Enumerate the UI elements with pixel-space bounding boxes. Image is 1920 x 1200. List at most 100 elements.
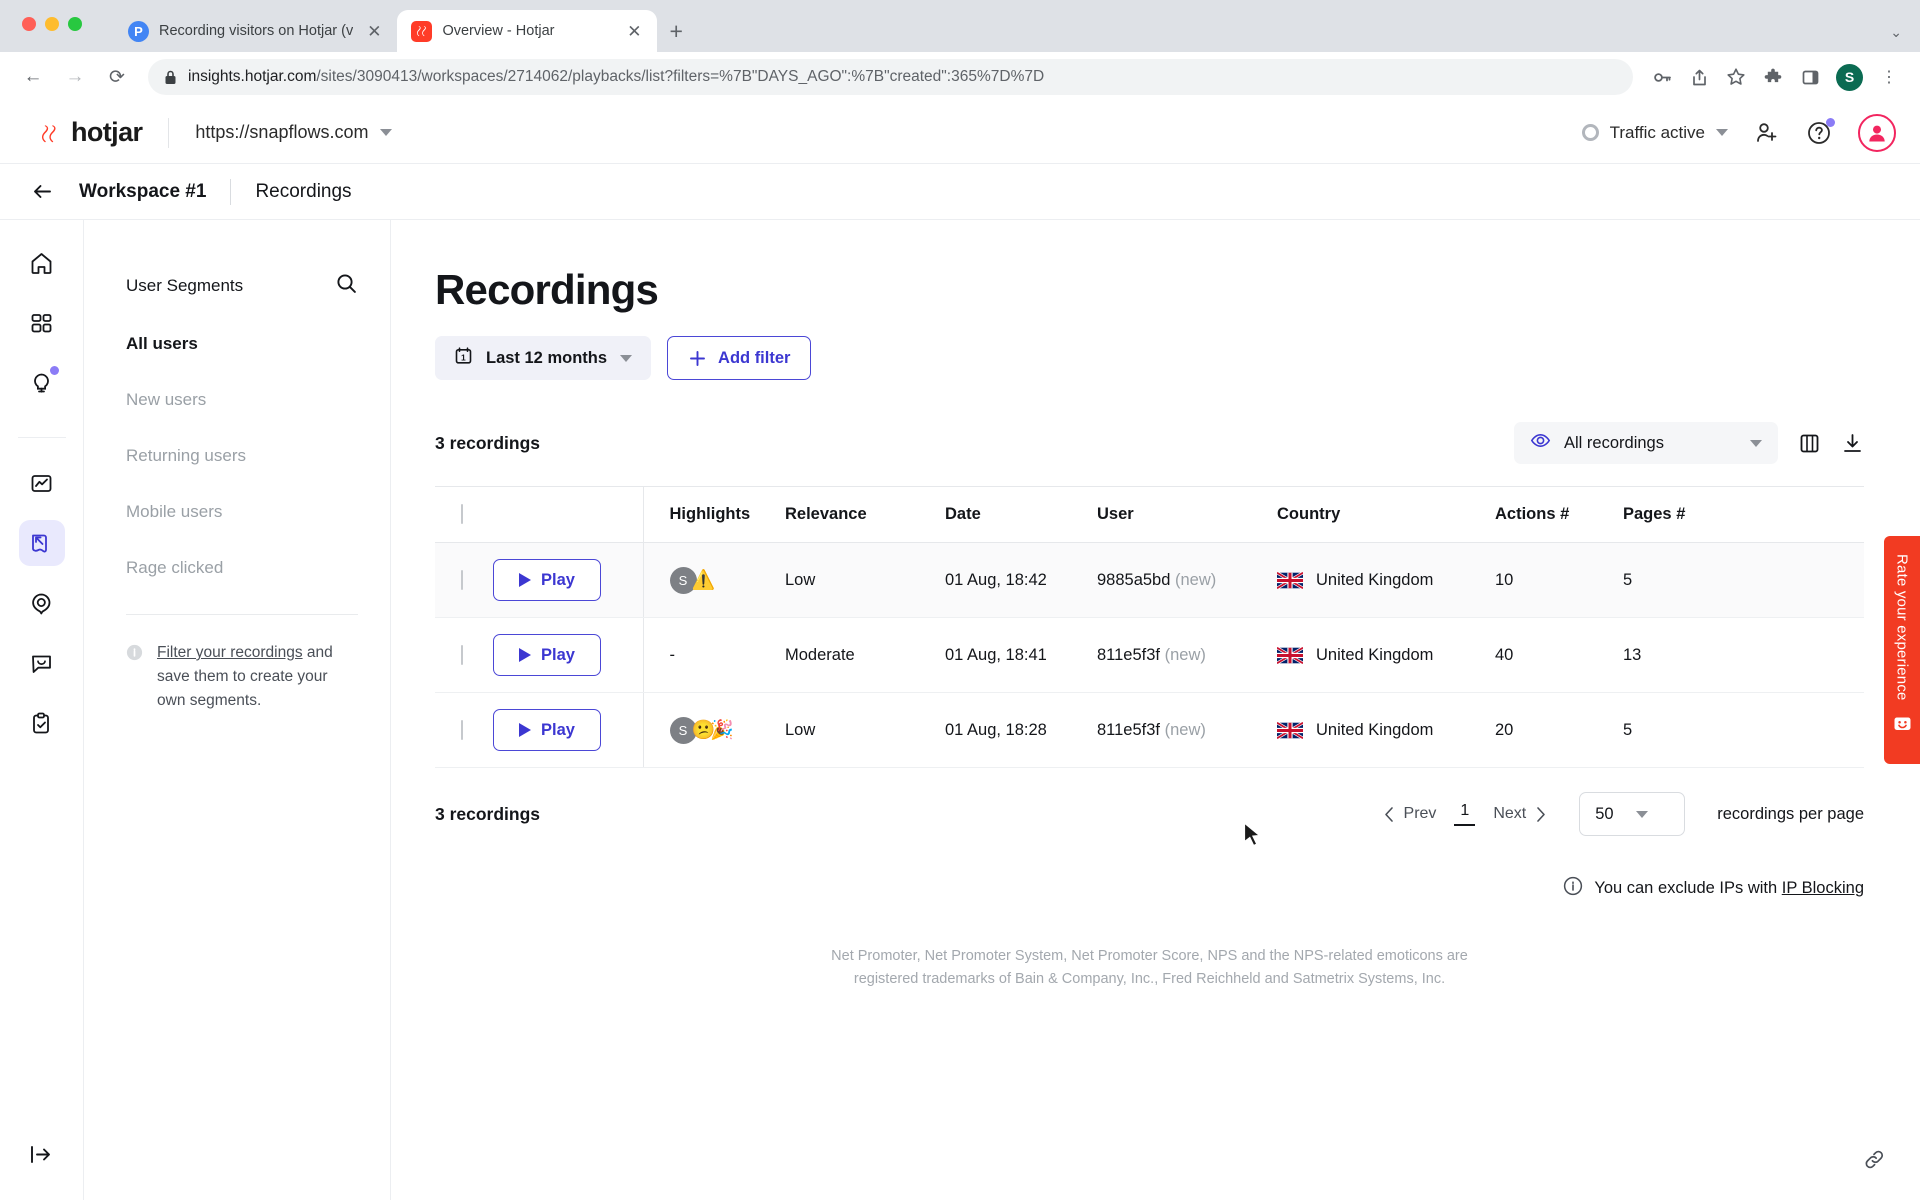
sidebar-item-dashboards[interactable]: [19, 300, 65, 346]
row-select-cell: [435, 542, 493, 618]
sidebar-item-rage-clicked[interactable]: Rage clicked: [126, 558, 358, 578]
chevron-down-icon: [620, 354, 633, 362]
search-icon[interactable]: [335, 272, 358, 300]
play-button[interactable]: Play: [493, 709, 601, 751]
browser-tab-1[interactable]: P Recording visitors on Hotjar (v ✕: [114, 10, 398, 52]
url-path: /sites/3090413/workspaces/2714062/playba…: [316, 68, 1045, 85]
date-range-filter[interactable]: 1 Last 12 months: [435, 336, 652, 380]
sidebar-item-surveys[interactable]: [19, 700, 65, 746]
expand-panel-icon[interactable]: [29, 1142, 54, 1172]
header-date[interactable]: Date: [945, 486, 1097, 543]
url-domain: insights.hotjar.com: [188, 68, 317, 85]
row-play-cell: Play: [493, 617, 644, 693]
user-tag: (new): [1164, 720, 1206, 739]
sidebar-item-highlights[interactable]: [19, 360, 65, 406]
eye-icon: [1530, 430, 1551, 456]
add-filter-button[interactable]: Add filter: [667, 336, 812, 380]
window-close-button[interactable]: [22, 17, 36, 31]
table-body: Play S ⚠️ Low 01 Aug, 18:42 9885a5bd (ne…: [435, 542, 1864, 768]
extensions-puzzle-icon[interactable]: [1756, 60, 1790, 94]
browser-tab-2[interactable]: Overview - Hotjar ✕: [397, 10, 658, 52]
toolbar-icons: S ⋮: [1645, 60, 1906, 94]
site-selector[interactable]: https://snapflows.com: [195, 122, 393, 143]
row-pages-cell: 5: [1623, 692, 1864, 768]
play-button[interactable]: Play: [493, 559, 601, 601]
country-label: United Kingdom: [1316, 645, 1434, 664]
back-button[interactable]: ←: [14, 58, 52, 96]
play-button[interactable]: Play: [493, 634, 601, 676]
user-segments-panel: User Segments All users New users Return…: [84, 220, 391, 1200]
select-all-checkbox[interactable]: [461, 504, 463, 524]
main-content: Recordings 1 Last 12 months Add filter 3…: [391, 220, 1920, 1200]
window-minimize-button[interactable]: [45, 17, 59, 31]
new-tab-button[interactable]: +: [669, 20, 682, 43]
address-bar[interactable]: insights.hotjar.com/sites/3090413/worksp…: [148, 59, 1633, 95]
bookmark-star-icon[interactable]: [1719, 60, 1753, 94]
chevron-down-icon: [1750, 439, 1762, 447]
header-country[interactable]: Country: [1277, 486, 1495, 543]
prev-page-button[interactable]: Prev: [1383, 805, 1436, 823]
add-user-icon[interactable]: [1754, 120, 1780, 146]
table-row[interactable]: Play S ⚠️ Low 01 Aug, 18:42 9885a5bd (ne…: [435, 542, 1864, 618]
sidebar-item-feedback[interactable]: [19, 640, 65, 686]
highlight-badges: S 😕 🎉: [669, 716, 786, 744]
traffic-status-selector[interactable]: Traffic active: [1581, 123, 1728, 143]
next-page-button[interactable]: Next: [1493, 805, 1547, 823]
row-checkbox[interactable]: [461, 569, 463, 590]
sidebar-item-heatmaps[interactable]: [19, 580, 65, 626]
row-country-cell: United Kingdom: [1277, 542, 1495, 618]
hotjar-logo-icon: [38, 121, 62, 145]
key-icon[interactable]: [1645, 60, 1679, 94]
sidebar-item-new-users[interactable]: New users: [126, 390, 358, 410]
side-panel-icon[interactable]: [1793, 60, 1827, 94]
header-relevance[interactable]: Relevance: [785, 486, 945, 543]
close-icon[interactable]: ✕: [363, 21, 385, 42]
sidebar-item-recordings[interactable]: [18, 520, 65, 566]
table-row[interactable]: Play S 😕 🎉 Low 01 Aug, 18:28 811e5f3f (n…: [435, 692, 1864, 768]
ip-blocking-link[interactable]: IP Blocking: [1782, 879, 1864, 897]
header-user[interactable]: User: [1097, 486, 1277, 543]
reload-button[interactable]: ⟳: [98, 58, 136, 96]
uk-flag-icon: [1277, 646, 1303, 664]
row-checkbox[interactable]: [461, 719, 463, 740]
sidebar-item-returning-users[interactable]: Returning users: [126, 446, 358, 466]
row-highlights-cell: S 😕 🎉: [643, 692, 786, 768]
help-icon[interactable]: [1806, 117, 1835, 146]
view-filter-select[interactable]: All recordings: [1514, 422, 1778, 464]
share-icon[interactable]: [1682, 60, 1716, 94]
account-avatar[interactable]: [1858, 113, 1896, 152]
back-arrow-icon[interactable]: [30, 179, 55, 204]
per-page-select[interactable]: 50: [1579, 792, 1686, 836]
columns-icon[interactable]: [1798, 432, 1821, 455]
forward-button[interactable]: →: [56, 58, 94, 96]
sidebar-item-home[interactable]: [19, 240, 65, 286]
play-label: Play: [541, 720, 575, 739]
sidebar-item-mobile-users[interactable]: Mobile users: [126, 502, 358, 522]
sidebar-item-trends[interactable]: [19, 460, 65, 506]
chevron-left-icon: [1384, 806, 1393, 822]
party-emoji-icon: 🎉: [710, 720, 734, 741]
header-highlights[interactable]: Highlights: [643, 486, 785, 543]
download-icon[interactable]: [1841, 432, 1864, 455]
sidebar-item-all-users[interactable]: All users: [126, 334, 358, 354]
breadcrumb-workspace[interactable]: Workspace #1: [79, 181, 206, 203]
browser-menu-icon[interactable]: ⋮: [1872, 60, 1906, 94]
add-filter-label: Add filter: [718, 348, 791, 367]
filter-recordings-link[interactable]: Filter your recordings: [157, 644, 303, 661]
row-relevance-cell: Low: [785, 692, 945, 768]
close-icon[interactable]: ✕: [623, 21, 645, 42]
rate-experience-widget[interactable]: Rate your experience: [1884, 536, 1920, 764]
row-pages-cell: 5: [1623, 542, 1864, 618]
link-icon[interactable]: [1863, 1148, 1886, 1176]
header-pages[interactable]: Pages #: [1623, 486, 1864, 543]
header-actions[interactable]: Actions #: [1495, 486, 1623, 543]
page-number[interactable]: 1: [1454, 802, 1476, 826]
hotjar-logo[interactable]: hotjar: [38, 117, 143, 148]
tab-list-menu-icon[interactable]: ⌄: [1890, 24, 1902, 41]
window-maximize-button[interactable]: [68, 17, 82, 31]
svg-text:1: 1: [461, 352, 466, 362]
row-country-cell: United Kingdom: [1277, 617, 1495, 693]
table-row[interactable]: Play - Moderate 01 Aug, 18:41 811e5f3f (…: [435, 617, 1864, 693]
row-checkbox[interactable]: [461, 644, 463, 665]
browser-profile-avatar[interactable]: S: [1836, 63, 1863, 91]
